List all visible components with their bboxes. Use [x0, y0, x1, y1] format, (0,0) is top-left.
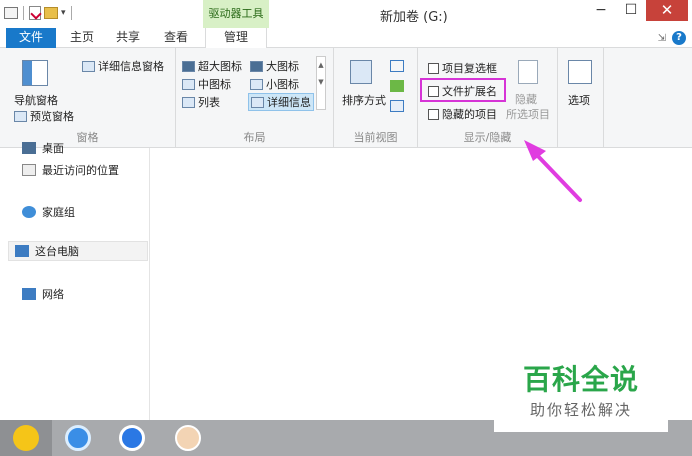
watermark: 百科全说 助你轻松解决	[494, 360, 668, 432]
watermark-title: 百科全说	[522, 363, 639, 396]
taskbar-cloud-app[interactable]	[52, 420, 104, 456]
avatar-app-icon	[175, 425, 201, 451]
cloud-app-icon	[65, 425, 91, 451]
taskbar-sogou-app[interactable]	[106, 420, 158, 456]
music-app-icon	[13, 425, 39, 451]
sogou-app-icon	[119, 425, 145, 451]
watermark-subtitle: 助你轻松解决	[529, 401, 632, 419]
taskbar-avatar-app[interactable]	[162, 420, 214, 456]
taskbar-music-app[interactable]	[0, 420, 52, 456]
